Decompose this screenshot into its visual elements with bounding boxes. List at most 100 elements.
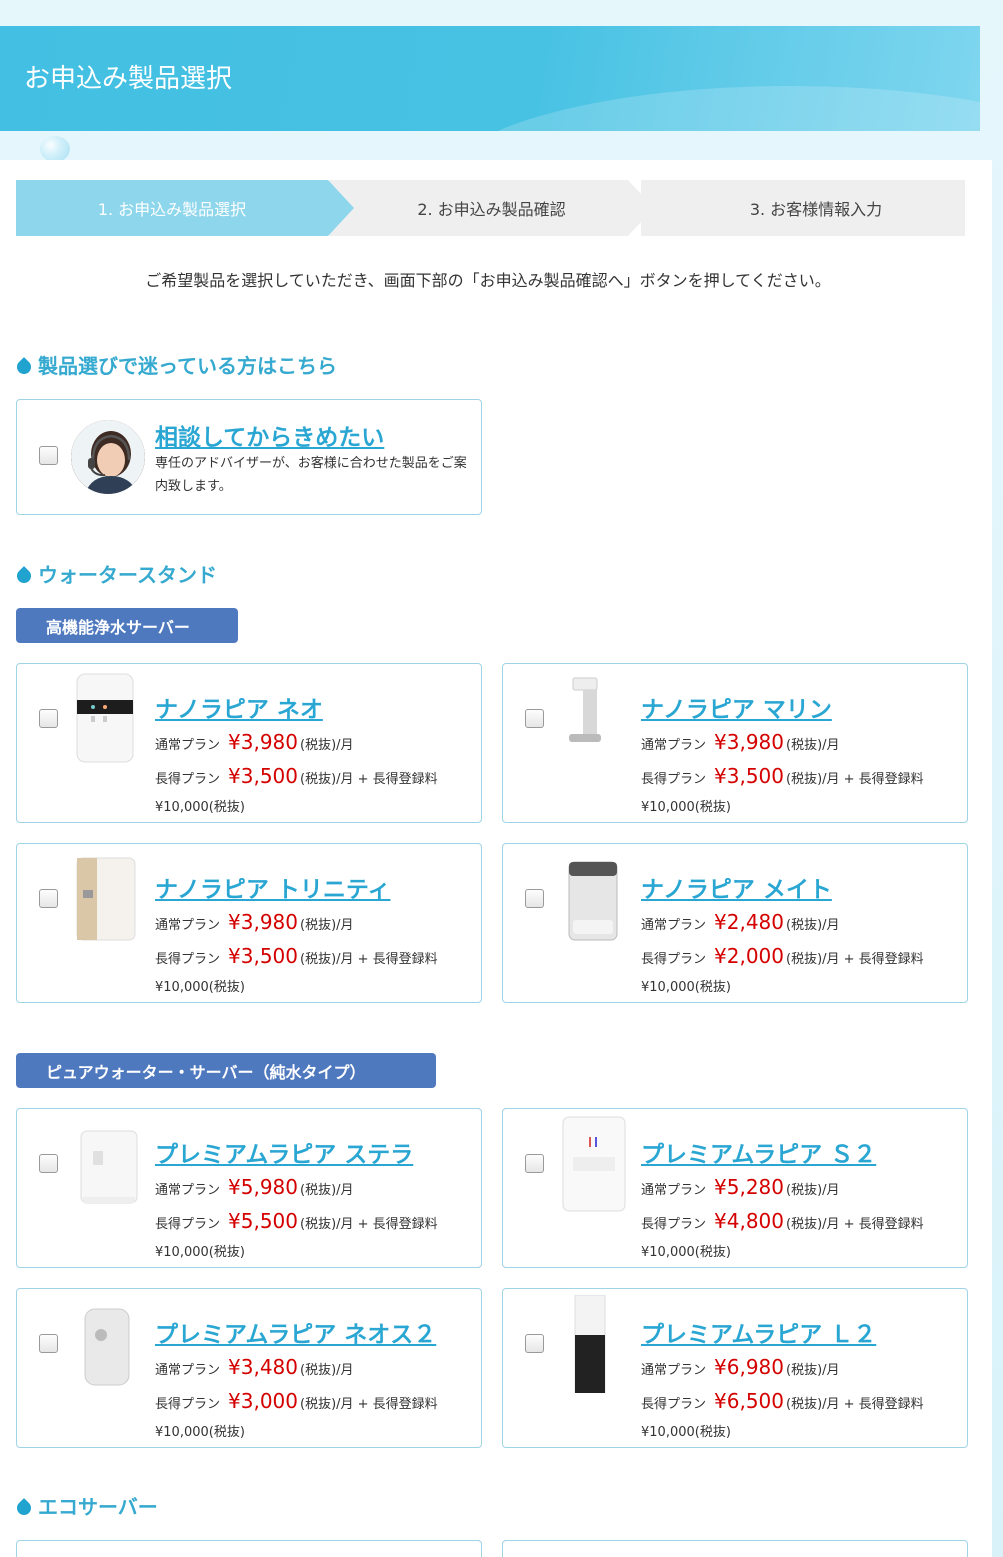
- high-performance-badge: 高機能浄水サーバー: [16, 608, 238, 643]
- long-price: ¥3,500: [714, 764, 784, 788]
- product-name[interactable]: プレミアムラピア ネオス２: [155, 1315, 436, 1349]
- product-card[interactable]: プレミアムラピア Ｌ２ 通常プラン ¥6,980 (税抜)/月 長得プラン ¥6,50…: [502, 1288, 968, 1448]
- normal-plan-line: 通常プラン ¥5,980 (税抜)/月: [155, 1175, 354, 1199]
- long-fee-label: (税抜)/月 + 長得登録料: [300, 1217, 438, 1232]
- server-marine-image: [569, 677, 601, 742]
- normal-plan-line: 通常プラン ¥3,480 (税抜)/月: [155, 1355, 354, 1379]
- tax-month: (税抜)/月: [300, 918, 354, 933]
- product-checkbox[interactable]: [525, 1334, 544, 1353]
- product-checkbox[interactable]: [525, 889, 544, 908]
- long-price: ¥6,500: [714, 1389, 784, 1413]
- normal-plan-label: 通常プラン: [641, 1183, 707, 1198]
- normal-plan-label: 通常プラン: [641, 918, 707, 933]
- long-fee-label: (税抜)/月 + 長得登録料: [786, 772, 924, 787]
- main-panel: 1. お申込み製品選択 2. お申込み製品確認 3. お客様情報入力 ご希望製品…: [0, 160, 992, 1557]
- consult-checkbox[interactable]: [39, 446, 58, 465]
- product-name[interactable]: プレミアムラピア Ｌ２: [641, 1315, 876, 1349]
- consult-description: 専任のアドバイザーが、お客様に合わせた製品をご案内致します。: [155, 456, 467, 494]
- product-name[interactable]: プレミアムラピア ステラ: [155, 1135, 413, 1169]
- waterstand-section-label: ウォータースタンド: [38, 563, 217, 587]
- product-checkbox[interactable]: [39, 1334, 58, 1353]
- normal-plan-label: 通常プラン: [155, 738, 221, 753]
- step-1: 1. お申込み製品選択: [16, 180, 354, 236]
- normal-plan-label: 通常プラン: [155, 1363, 221, 1378]
- long-price: ¥5,500: [228, 1209, 298, 1233]
- server-trinity-image: [76, 857, 136, 941]
- registration-fee: ¥10,000(税抜): [155, 800, 245, 815]
- product-checkbox[interactable]: [525, 1154, 544, 1173]
- pure-water-badge: ピュアウォーター・サーバー（純水タイプ）: [16, 1053, 436, 1088]
- server-l2-image: [574, 1295, 606, 1393]
- long-fee-label: (税抜)/月 + 長得登録料: [786, 952, 924, 967]
- long-plan-line: 長得プラン ¥6,500 (税抜)/月 + 長得登録料: [641, 1389, 924, 1413]
- normal-plan-label: 通常プラン: [155, 1183, 221, 1198]
- tax-month: (税抜)/月: [786, 1363, 840, 1378]
- product-name[interactable]: ナノラピア ネオ: [155, 690, 323, 724]
- product-name[interactable]: プレミアムラピア Ｓ２: [641, 1135, 876, 1169]
- registration-fee: ¥10,000(税抜): [155, 980, 245, 995]
- step-arrow-icon: [628, 180, 654, 236]
- server-neos2-image: [84, 1308, 130, 1386]
- tax-month: (税抜)/月: [300, 1363, 354, 1378]
- product-name[interactable]: ナノラピア トリニティ: [155, 870, 390, 904]
- server-s2-image: [562, 1116, 626, 1212]
- long-price: ¥2,000: [714, 944, 784, 968]
- consult-card[interactable]: 相談してからきめたい 専任のアドバイザーが、お客様に合わせた製品をご案内致します…: [16, 399, 482, 515]
- normal-plan-line: 通常プラン ¥6,980 (税抜)/月: [641, 1355, 840, 1379]
- long-plan-label: 長得プラン: [155, 772, 221, 787]
- normal-price: ¥2,480: [714, 910, 784, 934]
- product-name[interactable]: ナノラピア メイト: [641, 870, 832, 904]
- long-price: ¥3,500: [228, 944, 298, 968]
- tax-month: (税抜)/月: [300, 738, 354, 753]
- long-fee-label: (税抜)/月 + 長得登録料: [786, 1397, 924, 1412]
- registration-fee: ¥10,000(税抜): [155, 1245, 245, 1260]
- product-name[interactable]: ナノラピア マリン: [641, 690, 832, 724]
- normal-plan-label: 通常プラン: [641, 738, 707, 753]
- product-card[interactable]: ナノラピア トリニティ 通常プラン ¥3,980 (税抜)/月 長得プラン ¥3,50…: [16, 843, 482, 1003]
- waterstand-section-title: ウォータースタンド: [16, 559, 217, 588]
- long-fee-label: (税抜)/月 + 長得登録料: [300, 1397, 438, 1412]
- product-checkbox[interactable]: [39, 889, 58, 908]
- long-plan-label: 長得プラン: [155, 1217, 221, 1232]
- product-card[interactable]: プレミアムラピア ステラ 通常プラン ¥5,980 (税抜)/月 長得プラン ¥5,5…: [16, 1108, 482, 1268]
- long-plan-line: 長得プラン ¥3,500 (税抜)/月 + 長得登録料: [155, 764, 438, 788]
- long-plan-label: 長得プラン: [155, 952, 221, 967]
- tax-month: (税抜)/月: [300, 1183, 354, 1198]
- step-2: 2. お申込み製品確認: [329, 180, 654, 236]
- long-plan-line: 長得プラン ¥3,000 (税抜)/月 + 長得登録料: [155, 1389, 438, 1413]
- step-1-label: 1. お申込み製品選択: [97, 200, 247, 219]
- normal-plan-line: 通常プラン ¥2,480 (税抜)/月: [641, 910, 840, 934]
- normal-price: ¥5,280: [714, 1175, 784, 1199]
- normal-plan-line: 通常プラン ¥3,980 (税抜)/月: [155, 910, 354, 934]
- normal-price: ¥5,980: [228, 1175, 298, 1199]
- page-title: お申込み製品選択: [24, 64, 233, 94]
- long-plan-label: 長得プラン: [641, 772, 707, 787]
- tax-month: (税抜)/月: [786, 1183, 840, 1198]
- consult-link[interactable]: 相談してからきめたい: [155, 418, 384, 452]
- water-drop-icon: [16, 354, 32, 376]
- product-checkbox[interactable]: [39, 1154, 58, 1173]
- product-checkbox[interactable]: [525, 709, 544, 728]
- product-card-partial[interactable]: [502, 1540, 968, 1557]
- eco-section-label: エコサーバー: [38, 1495, 158, 1519]
- normal-plan-line: 通常プラン ¥5,280 (税抜)/月: [641, 1175, 840, 1199]
- long-fee-label: (税抜)/月 + 長得登録料: [300, 772, 438, 787]
- long-price: ¥3,500: [228, 764, 298, 788]
- product-card[interactable]: プレミアムラピア Ｓ２ 通常プラン ¥5,280 (税抜)/月 長得プラン ¥4,80…: [502, 1108, 968, 1268]
- registration-fee: ¥10,000(税抜): [641, 800, 731, 815]
- step-arrow-icon: [328, 180, 354, 236]
- normal-price: ¥6,980: [714, 1355, 784, 1379]
- product-card[interactable]: ナノラピア メイト 通常プラン ¥2,480 (税抜)/月 長得プラン ¥2,000(…: [502, 843, 968, 1003]
- product-checkbox[interactable]: [39, 709, 58, 728]
- server-neo-image: [76, 673, 134, 763]
- product-card[interactable]: プレミアムラピア ネオス２ 通常プラン ¥3,480 (税抜)/月 長得プラン ¥3,…: [16, 1288, 482, 1448]
- normal-price: ¥3,480: [228, 1355, 298, 1379]
- product-card[interactable]: ナノラピア マリン 通常プラン ¥3,980 (税抜)/月 長得プラン ¥3,500(…: [502, 663, 968, 823]
- normal-price: ¥3,980: [714, 730, 784, 754]
- product-card[interactable]: ナノラピア ネオ 通常プラン ¥3,980 (税抜)/月 長得プラン ¥3,500 (税…: [16, 663, 482, 823]
- normal-price: ¥3,980: [228, 730, 298, 754]
- long-plan-label: 長得プラン: [641, 1397, 707, 1412]
- long-fee-label: (税抜)/月 + 長得登録料: [300, 952, 438, 967]
- product-card-partial[interactable]: [16, 1540, 482, 1557]
- normal-plan-label: 通常プラン: [155, 918, 221, 933]
